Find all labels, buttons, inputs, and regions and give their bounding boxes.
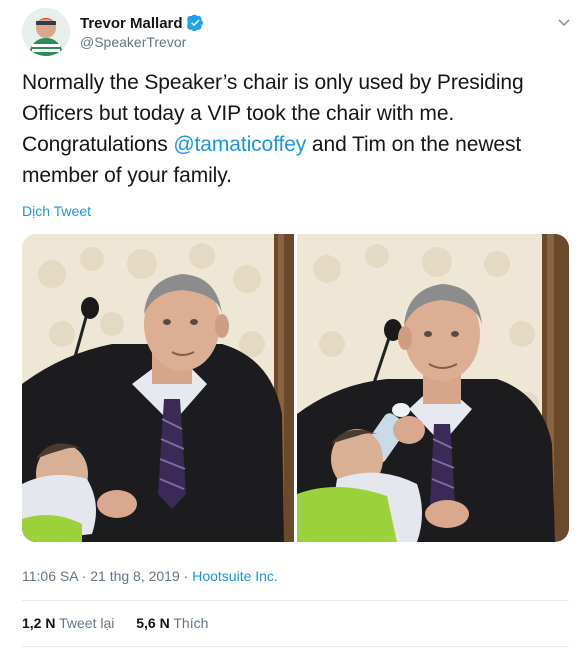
avatar[interactable]: [22, 8, 70, 56]
chevron-down-icon[interactable]: [556, 14, 572, 30]
tweet-photo-2[interactable]: [297, 234, 569, 542]
translate-tweet-link[interactable]: Dịch Tweet: [22, 203, 91, 219]
author-name-row: Trevor Mallard: [80, 14, 204, 36]
meta-separator: ·: [179, 568, 193, 584]
divider: [22, 646, 569, 647]
retweet-count: 1,2 N: [22, 615, 56, 631]
tweet-header: Trevor Mallard @SpeakerTrevor: [22, 8, 572, 58]
tweet-text: Normally the Speaker’s chair is only use…: [22, 67, 567, 191]
tweet-meta: 11:06 SA · 21 thg 8, 2019 · Hootsuite In…: [22, 568, 278, 584]
like-count: 5,6 N: [136, 615, 170, 631]
tweet-stats: 1,2 N Tweet lại 5,6 N Thích: [22, 615, 226, 631]
verified-badge-icon: [186, 14, 204, 36]
photo-grid: [22, 234, 569, 542]
tweet-source-link[interactable]: Hootsuite Inc.: [192, 568, 278, 584]
tweet-photo-1[interactable]: [22, 234, 294, 542]
retweet-label: Tweet lại: [59, 615, 115, 631]
mention-link[interactable]: @tamaticoffey: [173, 133, 306, 156]
divider: [22, 600, 569, 601]
like-stat[interactable]: 5,6 N Thích: [136, 615, 208, 631]
like-label: Thích: [173, 615, 209, 631]
tweet-timestamp[interactable]: 11:06 SA · 21 thg 8, 2019: [22, 568, 180, 584]
tweet-card: Trevor Mallard @SpeakerTrevor Normally t…: [0, 0, 586, 650]
author-handle[interactable]: @SpeakerTrevor: [80, 34, 186, 50]
author-display-name[interactable]: Trevor Mallard: [80, 15, 183, 32]
retweet-stat[interactable]: 1,2 N Tweet lại: [22, 615, 114, 631]
